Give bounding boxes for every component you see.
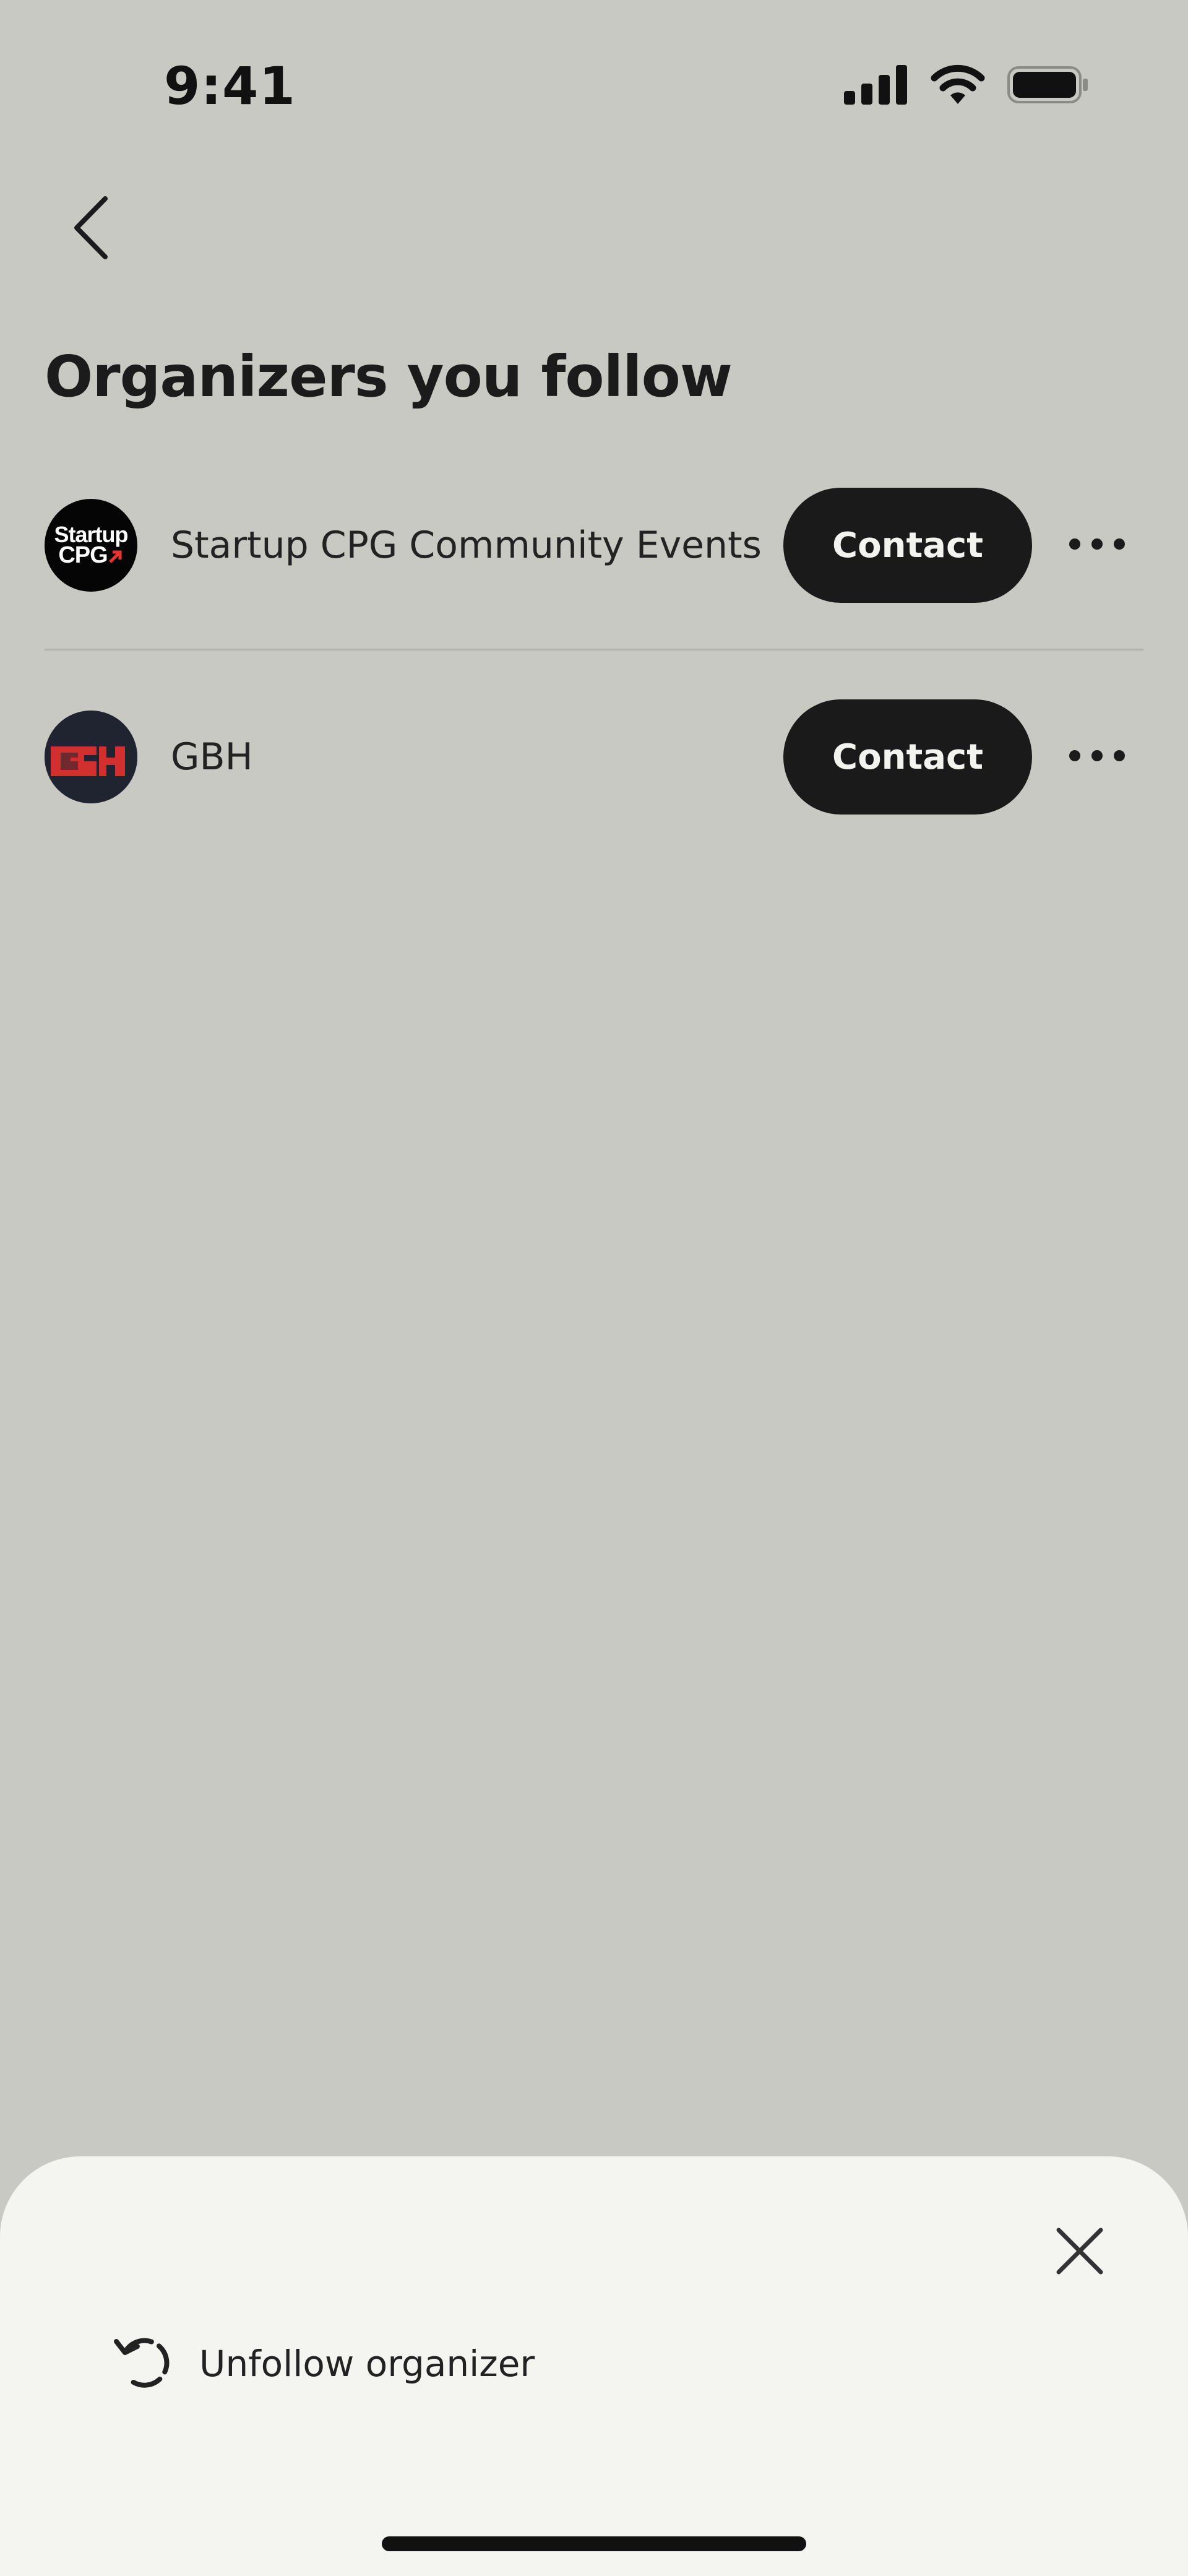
more-options-button[interactable] <box>1051 711 1143 803</box>
more-horizontal-icon <box>1069 750 1126 764</box>
page: 9:41 Organizers you follow Startup CPG S… <box>0 0 1188 2576</box>
close-icon <box>1055 2226 1104 2278</box>
organizer-list: Startup CPG Startup CPG Community Events… <box>45 477 1143 826</box>
page-title: Organizers you follow <box>45 344 733 410</box>
divider <box>45 649 1143 650</box>
contact-button[interactable]: Contact <box>783 699 1032 815</box>
bottom-sheet: Unfollow organizer <box>0 2156 1188 2576</box>
organizer-avatar[interactable]: Startup CPG <box>45 499 137 592</box>
avatar-logo-text: CPG <box>58 543 123 567</box>
more-options-button[interactable] <box>1051 499 1143 592</box>
more-horizontal-icon <box>1069 538 1126 553</box>
unfollow-organizer-label: Unfollow organizer <box>199 2343 535 2385</box>
status-time: 9:41 <box>164 56 296 116</box>
home-indicator <box>382 2536 806 2551</box>
organizer-avatar[interactable] <box>45 711 137 803</box>
organizer-row: GBH Contact <box>45 688 1143 826</box>
gbh-logo-icon <box>45 711 137 803</box>
unfollow-organizer-button[interactable]: Unfollow organizer <box>111 2323 535 2404</box>
contact-button[interactable]: Contact <box>783 488 1032 603</box>
organizer-name[interactable]: GBH <box>171 735 783 779</box>
status-bar: 9:41 <box>0 0 1188 149</box>
undo-icon <box>111 2332 173 2396</box>
arrow-up-right-icon <box>108 550 122 563</box>
wifi-icon <box>929 64 986 108</box>
battery-icon <box>1007 65 1089 107</box>
cellular-signal-icon <box>844 65 908 107</box>
status-icons <box>844 64 1089 108</box>
back-button[interactable] <box>57 186 125 272</box>
organizer-name[interactable]: Startup CPG Community Events <box>171 524 783 567</box>
close-button[interactable] <box>1040 2212 1120 2293</box>
chevron-left-icon <box>69 194 113 264</box>
organizer-row: Startup CPG Startup CPG Community Events… <box>45 477 1143 650</box>
